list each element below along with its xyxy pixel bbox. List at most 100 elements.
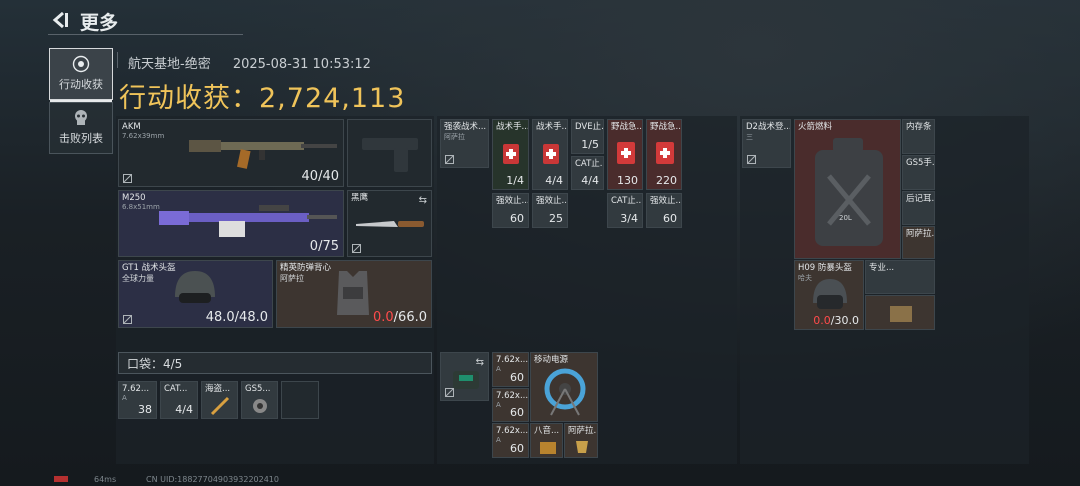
safe-item[interactable] xyxy=(865,295,935,330)
tab-label: 行动收获 xyxy=(59,78,103,91)
item-name: 强效止... xyxy=(496,196,529,206)
item-name: 后记耳... xyxy=(906,194,935,204)
rig-item[interactable]: 强效止... 25 xyxy=(532,193,568,228)
item-count: 60 xyxy=(510,406,524,419)
safe-item[interactable]: 后记耳... xyxy=(902,191,935,225)
pocket-empty-slot[interactable] xyxy=(281,381,319,419)
rig-slot[interactable]: 强袭战术... 阿萨拉 xyxy=(440,119,489,168)
pistol-silhouette-icon xyxy=(362,138,418,172)
tab-loot[interactable]: 行动收获 xyxy=(49,48,113,102)
safe-item[interactable]: GS5手... xyxy=(902,155,935,190)
item-count: 60 xyxy=(663,212,677,225)
secondary-weapon-slot[interactable]: M250 6.8x51mm 0/75 xyxy=(118,190,344,257)
capacity-label: 20L xyxy=(839,214,852,222)
item-name: M250 xyxy=(122,193,146,203)
map-name: 航天基地-绝密 xyxy=(128,57,211,72)
backpack-item[interactable]: 7.62x... A 60 xyxy=(492,423,529,458)
lock-icon xyxy=(123,315,132,324)
item-name: GT1 战术头盔 xyxy=(122,263,176,273)
item-count: 4/4 xyxy=(545,174,563,187)
helmet-icon xyxy=(175,271,215,303)
vest-icon xyxy=(337,271,369,315)
item-name: 7.62x... xyxy=(496,355,529,365)
armor-slot[interactable]: 精英防弹背心 阿萨拉 0.0/66.0 xyxy=(276,260,432,328)
jerrycan-icon xyxy=(815,138,883,246)
tab-kills[interactable]: 击败列表 xyxy=(49,102,113,154)
item-sub: A xyxy=(122,394,127,402)
item-name: 野战急... xyxy=(650,122,682,132)
rig-item[interactable]: 战术手... 1/4 xyxy=(492,119,529,190)
item-name: AKM xyxy=(122,122,141,132)
backpack-item[interactable]: 7.62x... A 60 xyxy=(492,352,529,387)
title-divider xyxy=(48,34,243,35)
item-sub: A xyxy=(496,401,501,409)
ammo-count: 40/40 xyxy=(301,169,339,184)
durability-max: /30.0 xyxy=(830,314,859,327)
backpack-item[interactable]: 八音... xyxy=(530,423,563,458)
item-count: 1/5 xyxy=(581,138,599,151)
lock-icon xyxy=(747,155,756,164)
item-brand: 全球力量 xyxy=(122,274,154,283)
pocket-item[interactable]: 7.62... A 38 xyxy=(118,381,157,419)
item-name: 八音... xyxy=(534,426,560,436)
item-name: CAT... xyxy=(164,384,188,394)
item-name: 战术手... xyxy=(496,122,529,132)
rig-item[interactable]: 野战急... 130 xyxy=(607,119,643,190)
backpack-item[interactable]: 移动电源 xyxy=(530,352,598,422)
rig-item[interactable]: DVE止... 1/5 xyxy=(571,119,604,154)
rig-item[interactable]: 野战急... 220 xyxy=(646,119,682,190)
item-name: 7.62... xyxy=(122,384,150,394)
loot-total-label: 行动收获： xyxy=(119,83,259,114)
melee-slot[interactable]: 黑鹰 ⇆ xyxy=(347,190,432,257)
loot-total-value: 2,724,113 xyxy=(259,83,406,114)
safe-item[interactable]: 阿萨拉... xyxy=(902,226,935,259)
backpack-slot[interactable]: ⇆ xyxy=(440,352,489,401)
pocket-item[interactable]: CAT... 4/4 xyxy=(160,381,198,419)
item-sub: A xyxy=(496,436,501,444)
backpack-item[interactable]: 7.62x... A 60 xyxy=(492,388,529,422)
rig-item[interactable]: CAT止... 3/4 xyxy=(607,193,643,228)
music-box-icon xyxy=(540,442,556,454)
backpack-icon xyxy=(453,371,479,389)
safe-item[interactable]: 内存条 xyxy=(902,119,935,154)
rig-item[interactable]: 战术手... 4/4 xyxy=(532,119,568,190)
pistol-slot[interactable] xyxy=(347,119,432,187)
ping-text: 64ms xyxy=(94,475,117,484)
loot-total: 行动收获：2,724,113 xyxy=(119,76,405,115)
safe-item-large[interactable]: 火箭燃料 20L xyxy=(794,119,901,259)
safe-slot[interactable]: D2战术登... 三 xyxy=(742,119,791,168)
earpiece-icon xyxy=(253,399,267,413)
durability: 0.0/30.0 xyxy=(813,314,859,327)
item-name: 精英防弹背心 xyxy=(280,263,332,273)
lock-icon xyxy=(352,244,361,253)
lock-icon xyxy=(123,174,132,183)
tab-label: 击败列表 xyxy=(59,132,103,145)
item-name: 移动电源 xyxy=(534,355,569,365)
cable-reel-icon xyxy=(544,368,586,416)
rig-item[interactable]: CAT止... 4/4 xyxy=(571,156,604,190)
rig-item[interactable]: 强效止... 60 xyxy=(646,193,682,228)
safe-helmet[interactable]: H09 防暴头盔 哈夫 0.0/30.0 xyxy=(794,260,864,330)
safe-item[interactable]: 专业... xyxy=(865,260,935,294)
loot-bag-icon xyxy=(72,55,90,73)
back-button[interactable] xyxy=(50,10,70,30)
backpack-item[interactable]: 阿萨拉... xyxy=(564,423,598,458)
page-title: 更多 xyxy=(80,12,119,34)
item-name: 战术手... xyxy=(536,122,568,132)
back-arrow-icon xyxy=(52,11,68,29)
item-count: 25 xyxy=(549,212,563,225)
first-aid-kit-icon xyxy=(617,142,635,164)
pocket-item[interactable]: GS5... xyxy=(241,381,278,419)
helmet-slot[interactable]: GT1 战术头盔 全球力量 48.0/48.0 xyxy=(118,260,273,328)
rig-item[interactable]: 强效止... 60 xyxy=(492,193,529,228)
pocket-item[interactable]: 海盗... xyxy=(201,381,238,419)
match-info: 航天基地-绝密 2025-08-31 10:53:12 xyxy=(128,53,371,72)
item-name: 7.62x... xyxy=(496,391,529,401)
durability-current: 0.0 xyxy=(372,310,394,325)
lock-icon xyxy=(445,155,454,164)
item-name: CAT止... xyxy=(611,196,643,206)
primary-weapon-slot[interactable]: AKM 7.62x39mm 40/40 xyxy=(118,119,344,187)
pen-icon xyxy=(210,396,230,416)
item-count: 220 xyxy=(656,174,677,187)
first-aid-kit-icon xyxy=(656,142,674,164)
